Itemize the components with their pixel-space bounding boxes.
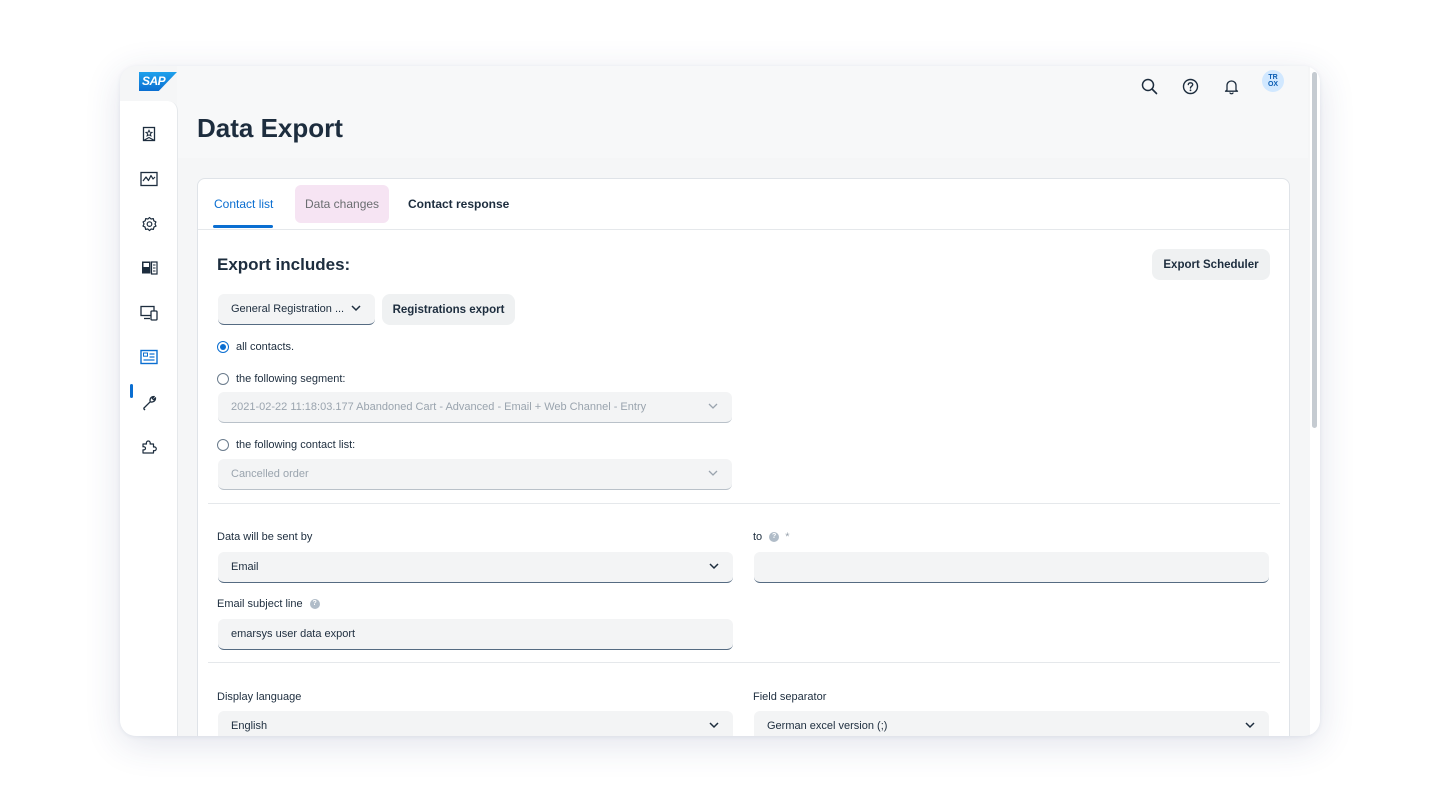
page-scrollbar[interactable] bbox=[1310, 66, 1320, 736]
radio-button-selected[interactable] bbox=[217, 341, 229, 353]
display-language-select[interactable]: English bbox=[218, 711, 733, 736]
bookmark-icon[interactable] bbox=[136, 121, 162, 147]
active-tab-underline bbox=[213, 225, 273, 228]
contact-list-select[interactable]: Cancelled order bbox=[218, 459, 732, 490]
section-divider bbox=[208, 503, 1280, 504]
segment-select[interactable]: 2021-02-22 11:18:03.177 Abandoned Cart -… bbox=[218, 392, 732, 423]
to-label-row: to ? * bbox=[753, 531, 789, 543]
puzzle-icon[interactable] bbox=[136, 433, 162, 459]
export-card: Contact list Data changes Contact respon… bbox=[197, 178, 1290, 736]
page-title: Data Export bbox=[197, 113, 343, 143]
radio-button[interactable] bbox=[217, 439, 229, 451]
radio-segment[interactable]: the following segment: bbox=[217, 373, 345, 385]
display-language-value: English bbox=[231, 720, 268, 732]
tools-icon[interactable] bbox=[136, 389, 162, 415]
radio-segment-label: the following segment: bbox=[236, 373, 346, 385]
tab-bar: Contact list Data changes Contact respon… bbox=[198, 179, 1289, 230]
registrations-export-button[interactable]: Registrations export bbox=[382, 294, 515, 325]
chevron-down-icon bbox=[1245, 722, 1255, 729]
help-icon[interactable]: ? bbox=[309, 599, 320, 609]
chevron-down-icon bbox=[351, 305, 361, 312]
scrollbar-thumb[interactable] bbox=[1312, 72, 1317, 428]
devices-icon[interactable] bbox=[136, 300, 162, 326]
tab-contact-list[interactable]: Contact list bbox=[204, 185, 283, 223]
search-icon[interactable] bbox=[1135, 72, 1163, 100]
subject-label-row: Email subject line ? bbox=[217, 598, 320, 610]
tab-data-changes[interactable]: Data changes bbox=[295, 185, 390, 223]
sent-by-select[interactable]: Email bbox=[218, 552, 733, 583]
contact-card-icon[interactable] bbox=[136, 344, 162, 370]
sent-by-label: Data will be sent by bbox=[217, 531, 313, 543]
to-email-input[interactable] bbox=[754, 552, 1269, 583]
display-language-label: Display language bbox=[217, 691, 302, 703]
chevron-down-icon bbox=[708, 470, 718, 476]
contact-list-select-value: Cancelled order bbox=[231, 468, 309, 480]
analytics-icon[interactable] bbox=[136, 166, 162, 192]
content-icon[interactable] bbox=[136, 255, 162, 281]
chevron-down-icon bbox=[709, 563, 719, 570]
registration-type-select[interactable]: General Registration ... bbox=[218, 294, 375, 325]
help-icon[interactable] bbox=[1176, 72, 1204, 100]
subject-label: Email subject line bbox=[217, 598, 303, 610]
radio-all-contacts[interactable]: all contacts. bbox=[217, 341, 294, 353]
side-navigation bbox=[120, 101, 178, 736]
section-divider bbox=[208, 662, 1280, 663]
subject-input[interactable]: emarsys user data export bbox=[218, 619, 733, 650]
avatar-initials-line1: TR bbox=[1268, 73, 1278, 81]
subject-value: emarsys user data export bbox=[231, 628, 356, 640]
sent-by-value: Email bbox=[231, 561, 259, 573]
settings-icon[interactable] bbox=[136, 211, 162, 237]
field-separator-label: Field separator bbox=[753, 691, 827, 703]
segment-select-value: 2021-02-22 11:18:03.177 Abandoned Cart -… bbox=[231, 401, 647, 413]
tab-contact-response[interactable]: Contact response bbox=[398, 185, 519, 223]
bell-icon[interactable] bbox=[1217, 72, 1245, 100]
sap-logo[interactable]: SAP bbox=[139, 72, 177, 91]
app-window: SAP TR OX Data Export Contact list Data … bbox=[120, 66, 1320, 736]
chevron-down-icon bbox=[708, 403, 718, 409]
user-avatar[interactable]: TR OX bbox=[1262, 70, 1284, 92]
to-label: to bbox=[753, 531, 763, 543]
nav-active-indicator bbox=[130, 384, 133, 398]
help-icon[interactable]: ? bbox=[769, 532, 780, 542]
radio-contact-list[interactable]: the following contact list: bbox=[217, 439, 355, 451]
avatar-initials-line2: OX bbox=[1267, 81, 1279, 88]
radio-contact-list-label: the following contact list: bbox=[236, 439, 356, 451]
field-separator-value: German excel version (;) bbox=[767, 720, 888, 732]
export-scheduler-button[interactable]: Export Scheduler bbox=[1152, 249, 1270, 280]
required-marker: * bbox=[785, 531, 790, 543]
registration-type-value: General Registration ... bbox=[231, 303, 345, 315]
field-separator-select[interactable]: German excel version (;) bbox=[754, 711, 1269, 736]
radio-all-contacts-label: all contacts. bbox=[236, 341, 295, 353]
radio-button[interactable] bbox=[217, 373, 229, 385]
export-includes-title: Export includes: bbox=[217, 255, 351, 274]
chevron-down-icon bbox=[709, 722, 719, 729]
